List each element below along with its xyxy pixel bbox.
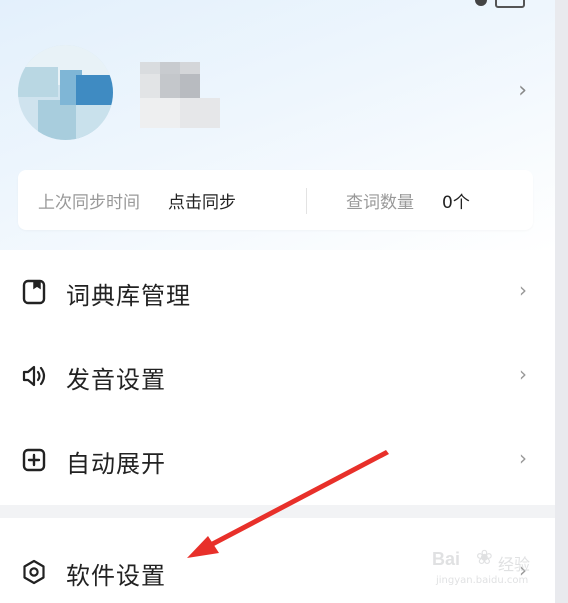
speaker-icon (22, 365, 46, 387)
status-dot-icon (475, 0, 487, 6)
avatar[interactable] (18, 45, 113, 140)
menu-item-pronunciation-settings[interactable]: 发音设置 › (0, 334, 555, 418)
menu-item-label: 词典库管理 (66, 282, 191, 310)
status-indicators (475, 0, 525, 8)
chevron-right-icon: › (519, 362, 527, 386)
chevron-right-icon[interactable]: › (518, 78, 527, 103)
menu-item-label: 自动展开 (66, 450, 166, 478)
watermark-brand: Bai (432, 549, 461, 569)
menu-item-dictionary-manage[interactable]: 词典库管理 › (0, 250, 555, 334)
watermark-suffix: 经验 (498, 555, 531, 574)
status-bar (0, 0, 555, 10)
last-sync-label: 上次同步时间 (38, 193, 140, 213)
profile-row[interactable]: › (0, 40, 555, 150)
app-screen: › 上次同步时间 点击同步 查词数量 0个 词典库管理 › 发音设置 › 自动展… (0, 0, 555, 603)
book-icon (22, 279, 46, 305)
menu-item-label: 发音设置 (66, 366, 166, 394)
menu-item-label: 软件设置 (66, 562, 166, 590)
chevron-right-icon: › (519, 278, 527, 302)
menu-item-auto-expand[interactable]: 自动展开 › (0, 418, 555, 502)
username-blurred (140, 62, 220, 128)
sync-card: 上次同步时间 点击同步 查词数量 0个 (18, 170, 533, 230)
paw-icon: ❀ (476, 545, 493, 569)
divider (306, 188, 307, 214)
scrollbar-track[interactable] (555, 0, 568, 603)
settings-hexagon-icon (23, 559, 45, 585)
battery-icon (495, 0, 525, 8)
watermark-url: jingyan.baidu.com (436, 575, 529, 586)
watermark: Bai ❀ 经验 jingyan.baidu.com (432, 545, 552, 595)
chevron-right-icon: › (519, 446, 527, 470)
lookup-count-label: 查词数量 (346, 193, 414, 213)
sync-now-button[interactable]: 点击同步 (168, 188, 236, 213)
lookup-count-value: 0个 (442, 193, 470, 213)
section-divider (0, 505, 555, 518)
plus-square-icon (22, 448, 46, 472)
